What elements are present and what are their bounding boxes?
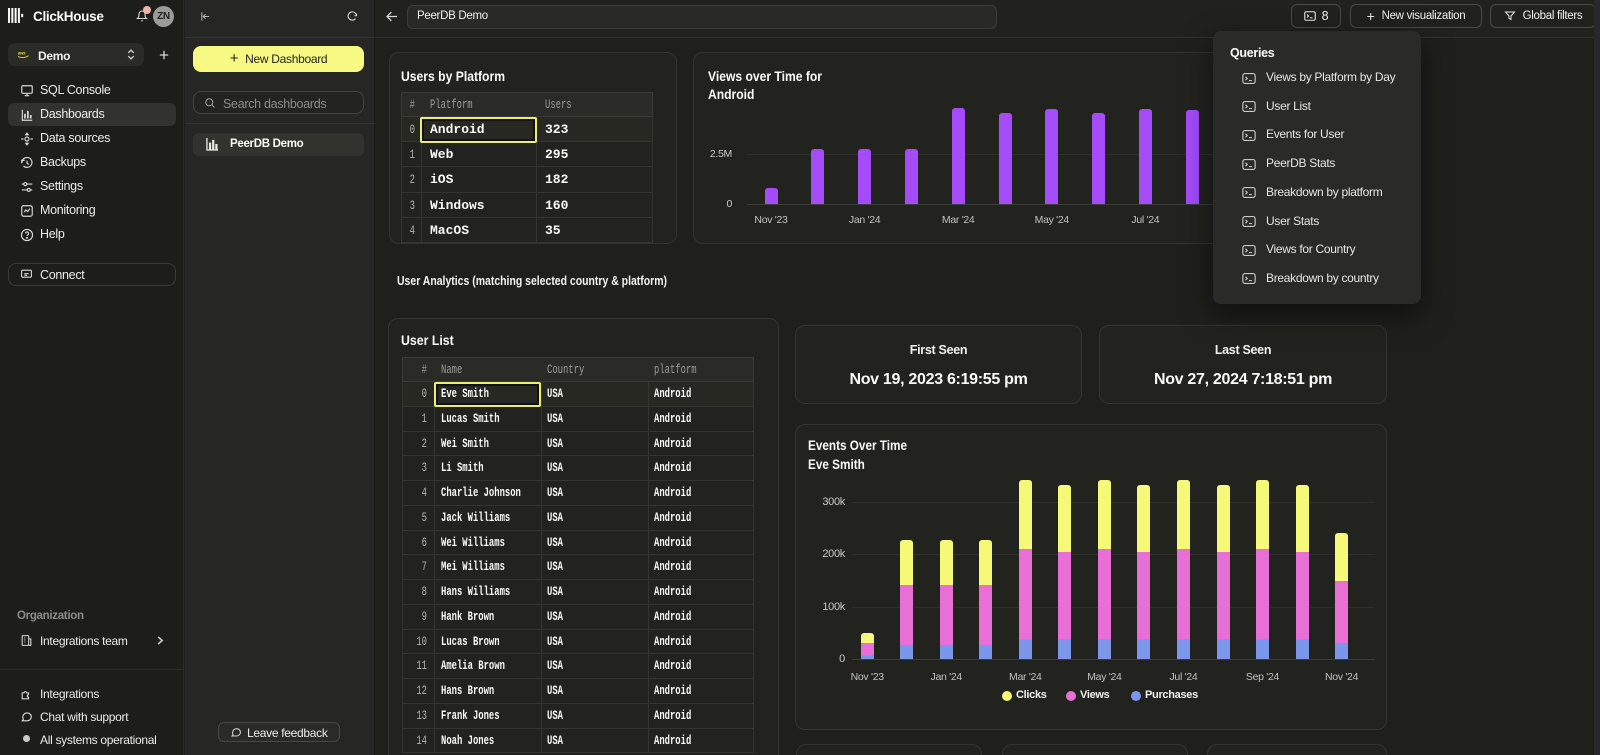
svg-text:aws: aws	[18, 50, 26, 55]
